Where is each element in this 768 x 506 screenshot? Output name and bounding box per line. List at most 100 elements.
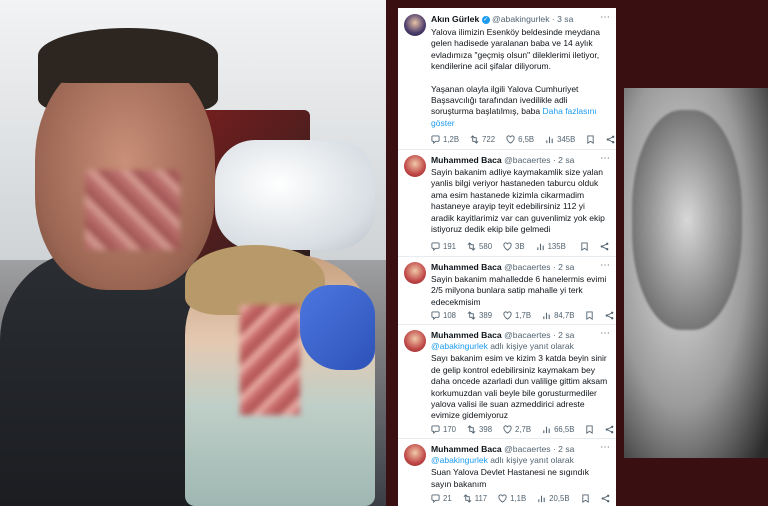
retweet-button[interactable]: 398: [467, 425, 492, 434]
more-icon[interactable]: ⋯: [600, 328, 610, 339]
like-button[interactable]: 3B: [503, 242, 525, 251]
retweet-icon: [467, 310, 476, 320]
retweet-button[interactable]: 580: [467, 242, 492, 251]
reply-to-handle[interactable]: @abakingurlek: [431, 455, 488, 465]
tweet-time[interactable]: · 2 sa: [553, 444, 575, 454]
reply-to-handle[interactable]: @abakingurlek: [431, 341, 488, 351]
avatar[interactable]: [404, 262, 426, 284]
views-icon: [546, 136, 553, 143]
avatar[interactable]: [404, 330, 426, 352]
tweet-muhammed-baca-2[interactable]: Muhammed Baca @bacaertes · 2 sa ⋯ Sayin …: [398, 256, 616, 325]
pixelated-injury-child: [240, 305, 300, 415]
retweet-count: 722: [482, 134, 496, 144]
tweet-text: Sayin bakanim mahalledde 6 hanelermis ev…: [431, 274, 607, 307]
share-button[interactable]: [605, 425, 616, 434]
author-name[interactable]: Muhammed Baca: [431, 330, 502, 340]
share-icon: [600, 242, 609, 250]
retweet-button[interactable]: 117: [463, 494, 487, 503]
tweet-header: Akın Gürlek ✓ @abakingurlek · 3 sa: [431, 14, 612, 24]
views-icon: [543, 426, 550, 433]
like-button[interactable]: 2,7B: [503, 425, 531, 434]
more-icon[interactable]: ⋯: [600, 12, 610, 23]
share-button[interactable]: [606, 135, 616, 144]
tweet-time[interactable]: · 3 sa: [552, 14, 574, 24]
reply-to-suffix: adlı kişiye yanıt olarak: [490, 455, 574, 465]
reply-icon: [431, 134, 440, 144]
plastic-bag: [215, 140, 375, 250]
share-button[interactable]: [605, 311, 616, 320]
author-handle[interactable]: @bacaertes: [504, 330, 550, 340]
views-count: 135B: [547, 241, 566, 251]
author-handle[interactable]: @bacaertes: [504, 444, 550, 454]
tweet-time[interactable]: · 2 sa: [553, 262, 575, 272]
author-handle[interactable]: @abakingurlek: [492, 14, 549, 24]
like-icon: [503, 424, 512, 434]
bookmark-button[interactable]: [586, 134, 598, 144]
pixelated-injury: [85, 170, 180, 250]
reply-button[interactable]: 108: [431, 311, 456, 320]
author-handle[interactable]: @bacaertes: [504, 262, 550, 272]
reply-button[interactable]: 170: [431, 425, 456, 434]
reply-icon: [431, 424, 440, 434]
like-count: 6,5B: [518, 134, 535, 144]
avatar[interactable]: [404, 155, 426, 177]
more-icon[interactable]: ⋯: [600, 442, 610, 453]
views-count: 84,7B: [554, 310, 575, 320]
tweet-actions: 108 389 1,7B 84,7B: [431, 309, 614, 321]
author-name[interactable]: Muhammed Baca: [431, 262, 502, 272]
views-button[interactable]: 84,7B: [542, 311, 574, 320]
author-name[interactable]: Akın Gürlek: [431, 14, 479, 24]
reply-button[interactable]: 1,2B: [431, 135, 459, 144]
bookmark-button[interactable]: [585, 310, 597, 320]
share-icon: [601, 494, 609, 502]
tweet-muhammed-baca-3[interactable]: Muhammed Baca @bacaertes · 2 sa ⋯ @abaki…: [398, 324, 616, 439]
tweet-header: Muhammed Baca @bacaertes · 2 sa: [431, 155, 612, 165]
retweet-button[interactable]: 722: [470, 135, 495, 144]
share-button[interactable]: [601, 494, 613, 503]
retweet-count: 117: [474, 493, 488, 503]
photo-father-and-child: [0, 0, 386, 506]
tweet-time[interactable]: · 2 sa: [553, 330, 575, 340]
tweet-muhammed-baca-4[interactable]: Muhammed Baca @bacaertes · 2 sa ⋯ @abaki…: [398, 438, 616, 506]
author-name[interactable]: Muhammed Baca: [431, 155, 502, 165]
reply-to-suffix: adlı kişiye yanıt olarak: [490, 341, 574, 351]
more-icon[interactable]: ⋯: [600, 260, 610, 271]
tweet-muhammed-baca-1[interactable]: Muhammed Baca @bacaertes · 2 sa ⋯ Sayin …: [398, 149, 616, 257]
replying-to: @abakingurlek adlı kişiye yanıt olarak: [431, 341, 610, 352]
views-icon: [543, 312, 550, 319]
tweet-actions: 1,2B 722 6,5B 345B: [431, 133, 615, 145]
verified-badge-icon: ✓: [481, 15, 490, 24]
reply-button[interactable]: 21: [431, 494, 452, 503]
views-button[interactable]: 66,5B: [542, 425, 574, 434]
reply-count: 1,2B: [443, 134, 460, 144]
tweet-text-paragraph-2: Yaşanan olayla ilgili Yalova Cumhuriyet …: [431, 84, 610, 130]
like-button[interactable]: 6,5B: [506, 135, 534, 144]
author-name[interactable]: Muhammed Baca: [431, 444, 502, 454]
reply-count: 170: [443, 424, 457, 434]
tweet-actions: 21 117 1,1B 20,5B: [431, 492, 612, 504]
like-button[interactable]: 1,7B: [503, 311, 531, 320]
author-handle[interactable]: @bacaertes: [504, 155, 550, 165]
reply-button[interactable]: 191: [431, 242, 456, 251]
tweet-text: Suan Yalova Devlet Hastanesi ne sıgındık…: [431, 467, 589, 489]
views-button[interactable]: 20,5B: [537, 494, 570, 503]
share-button[interactable]: [600, 242, 612, 251]
like-button[interactable]: 1,1B: [498, 494, 526, 503]
like-icon: [503, 310, 512, 320]
tweet-actions: 191 580 3B 135B: [431, 240, 612, 252]
reply-count: 191: [443, 241, 457, 251]
retweet-button[interactable]: 389: [467, 311, 492, 320]
tweet-akin-gurlek[interactable]: Akın Gürlek ✓ @abakingurlek · 3 sa ⋯ Yal…: [398, 8, 616, 150]
bookmark-button[interactable]: [585, 424, 597, 434]
views-button[interactable]: 345B: [545, 135, 575, 144]
tweet-time[interactable]: · 2 sa: [553, 155, 575, 165]
views-button[interactable]: 135B: [536, 242, 566, 251]
share-icon: [606, 311, 614, 319]
bookmark-icon: [587, 134, 594, 144]
like-icon: [498, 493, 507, 503]
more-icon[interactable]: ⋯: [600, 153, 610, 164]
bookmark-button[interactable]: [580, 241, 592, 251]
avatar[interactable]: [404, 444, 426, 466]
bookmark-button[interactable]: [581, 493, 593, 503]
avatar[interactable]: [404, 14, 426, 36]
